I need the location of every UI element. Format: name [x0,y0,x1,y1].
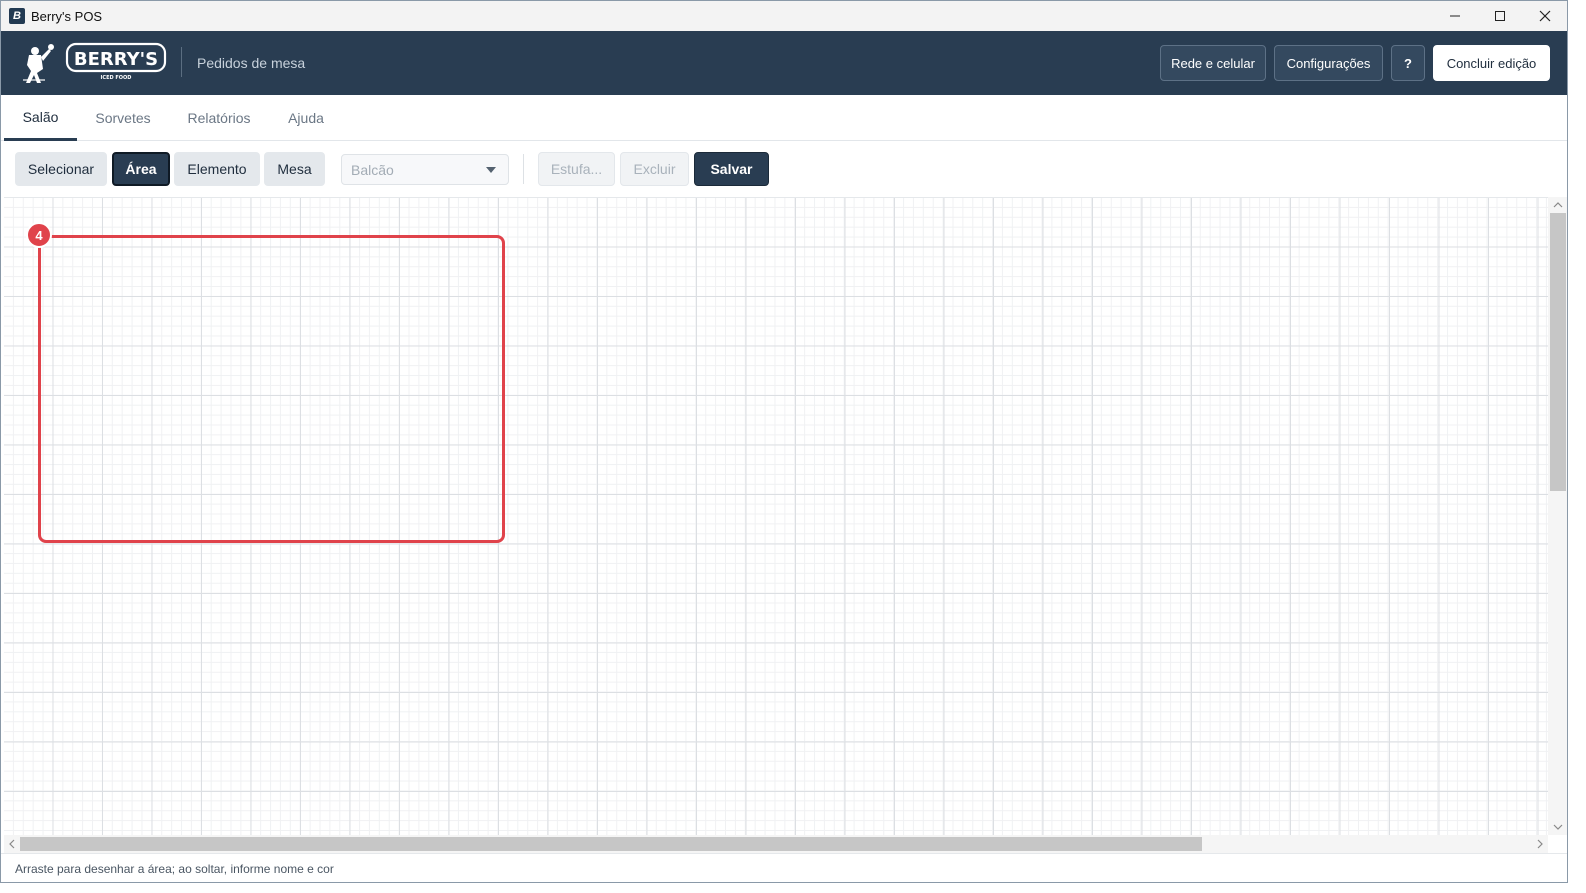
tab-salao[interactable]: Salão [4,95,77,141]
toolbar-divider [523,154,524,184]
close-button[interactable] [1522,1,1567,31]
title-bar: B Berry's POS [1,1,1567,31]
scroll-up-icon[interactable] [1552,200,1564,212]
logo-wordmark: BERRY'S [74,49,158,70]
element-type-value: Balcão [351,161,394,178]
logo-subtext: ICED FOOD [101,75,132,81]
scroll-right-icon[interactable] [1535,837,1547,851]
app-header: BERRY'S ICED FOOD Pedidos de mesa Rede e… [1,31,1567,95]
tab-ajuda[interactable]: Ajuda [277,95,335,141]
area-number-badge: 4 [26,222,52,248]
area-tool-button[interactable]: Área [112,152,170,186]
window-controls [1432,1,1567,31]
status-message: Arraste para desenhar a área; ao soltar,… [15,862,334,876]
header-divider [181,47,182,77]
maximize-icon [1494,11,1505,21]
floor-plan-canvas[interactable]: 4 [4,197,1548,835]
tab-sorvetes[interactable]: Sorvetes [85,95,161,141]
select-tool-button[interactable]: Selecionar [15,152,107,186]
maximize-button[interactable] [1477,1,1522,31]
app-icon: B [9,8,25,24]
window-title: Berry's POS [31,8,103,24]
save-button[interactable]: Salvar [694,152,769,186]
minimize-button[interactable] [1432,1,1477,31]
chevron-down-icon [486,167,496,173]
page-subtitle: Pedidos de mesa [197,55,306,71]
estufa-button[interactable]: Estufa... [538,152,615,186]
minimize-icon [1449,15,1460,17]
scroll-down-icon[interactable] [1552,822,1564,834]
scroll-left-icon[interactable] [7,837,19,851]
tab-relatorios[interactable]: Relatórios [177,95,261,141]
table-tool-button[interactable]: Mesa [264,152,325,186]
area-rectangle[interactable] [38,235,505,543]
element-type-select[interactable]: Balcão [341,154,509,185]
app-window: B Berry's POS BERRY'S ICED FOOD Pedidos … [0,0,1568,883]
vertical-scrollbar[interactable] [1548,197,1567,835]
element-tool-button[interactable]: Elemento [174,152,260,186]
status-bar: Arraste para desenhar a área; ao soltar,… [1,853,1567,882]
horizontal-scrollbar[interactable] [4,835,1548,853]
editor-toolbar: Selecionar Área Elemento Mesa Balcão Est… [1,142,1567,196]
main-tabs: Salão Sorvetes Relatórios Ajuda [1,95,1567,141]
settings-button[interactable]: Configurações [1274,45,1383,81]
horizontal-scroll-thumb[interactable] [20,837,1202,851]
berrys-logo: BERRY'S ICED FOOD [15,39,167,87]
finish-editing-button[interactable]: Concluir edição [1433,45,1550,81]
delete-button[interactable]: Excluir [620,152,689,186]
vertical-scroll-thumb[interactable] [1550,213,1566,491]
close-icon [1539,10,1550,22]
network-button[interactable]: Rede e celular [1160,45,1266,81]
help-button[interactable]: ? [1391,45,1425,81]
